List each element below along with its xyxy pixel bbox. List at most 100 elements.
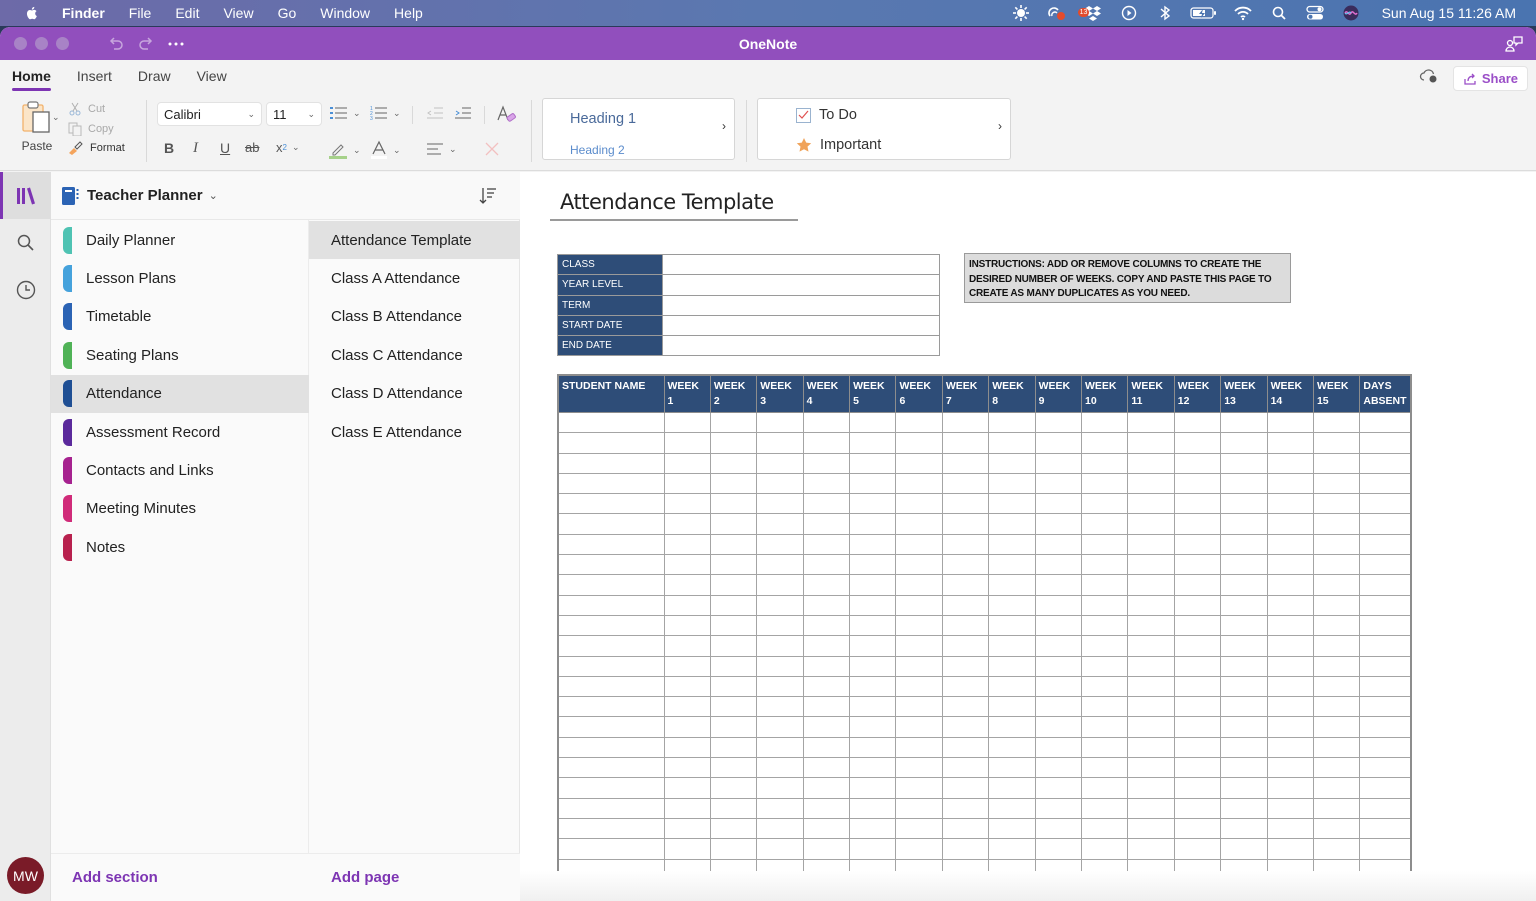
attendance-cell[interactable] <box>849 736 897 759</box>
attendance-cell[interactable] <box>1359 472 1412 495</box>
attendance-cell[interactable] <box>941 757 990 779</box>
attendance-cell[interactable] <box>849 635 897 657</box>
attendance-cell[interactable] <box>988 411 1036 434</box>
attendance-cell[interactable] <box>709 696 758 718</box>
student-name-cell[interactable] <box>557 472 665 495</box>
page-item[interactable]: Class E Attendance <box>309 413 520 451</box>
attendance-cell[interactable] <box>1081 696 1129 718</box>
attendance-cell[interactable] <box>1220 736 1268 759</box>
page-canvas[interactable]: Attendance Template CLASS YEAR LEVEL TERM S… <box>520 172 1536 901</box>
font-name-dropdown[interactable]: Calibri ⌄ <box>157 102 262 126</box>
attendance-cell[interactable] <box>709 493 758 515</box>
attendance-cell[interactable] <box>988 432 1036 454</box>
attendance-cell[interactable] <box>1220 696 1268 718</box>
attendance-cell[interactable] <box>1173 411 1222 434</box>
siri-icon[interactable] <box>1340 4 1362 22</box>
attendance-cell[interactable] <box>756 554 804 576</box>
dropbox-icon[interactable]: 13 <box>1077 4 1104 22</box>
attendance-cell[interactable] <box>1173 594 1222 616</box>
attendance-cell[interactable] <box>895 716 943 738</box>
attendance-cell[interactable] <box>1359 696 1412 718</box>
attendance-cell[interactable] <box>1312 614 1361 637</box>
attendance-cell[interactable] <box>895 817 943 840</box>
attendance-cell[interactable] <box>663 655 711 677</box>
attendance-cell[interactable] <box>1220 817 1268 840</box>
attendance-cell[interactable] <box>802 757 851 779</box>
attendance-cell[interactable] <box>1173 432 1222 454</box>
attendance-cell[interactable] <box>1220 533 1268 556</box>
attendance-cell[interactable] <box>849 513 897 535</box>
attendance-cell[interactable] <box>1173 452 1222 474</box>
attendance-cell[interactable] <box>756 716 804 738</box>
attendance-cell[interactable] <box>988 452 1036 474</box>
attendance-cell[interactable] <box>663 736 711 759</box>
tab-view[interactable]: View <box>197 68 227 92</box>
attendance-cell[interactable] <box>1081 736 1129 759</box>
attendance-cell[interactable] <box>1034 574 1083 596</box>
attendance-cell[interactable] <box>1127 696 1175 718</box>
attendance-cell[interactable] <box>1312 858 1361 880</box>
attendance-cell[interactable] <box>1220 777 1268 799</box>
sort-pages-button[interactable] <box>478 186 498 211</box>
italic-button[interactable]: I <box>193 140 198 157</box>
page-item[interactable]: Class D Attendance <box>309 375 520 413</box>
attendance-cell[interactable] <box>756 472 804 495</box>
attendance-cell[interactable] <box>1266 655 1314 677</box>
attendance-cell[interactable] <box>1127 472 1175 495</box>
attendance-cell[interactable] <box>1173 736 1222 759</box>
attendance-cell[interactable] <box>895 858 943 880</box>
attendance-cell[interactable] <box>941 452 990 474</box>
attendance-cell[interactable] <box>849 472 897 495</box>
page-item[interactable]: Attendance Template <box>309 221 520 260</box>
attendance-cell[interactable] <box>1127 594 1175 616</box>
undo-icon[interactable] <box>107 35 125 53</box>
attendance-cell[interactable] <box>941 736 990 759</box>
attendance-cell[interactable] <box>849 655 897 677</box>
attendance-cell[interactable] <box>1173 757 1222 779</box>
attendance-cell[interactable] <box>663 493 711 515</box>
attendance-cell[interactable] <box>1081 757 1129 779</box>
paste-button[interactable]: Paste <box>16 100 58 153</box>
attendance-cell[interactable] <box>756 736 804 759</box>
user-avatar[interactable]: MW <box>7 857 44 894</box>
notebook-name[interactable]: Teacher Planner <box>87 187 203 204</box>
attendance-cell[interactable] <box>802 838 851 860</box>
attendance-cell[interactable] <box>709 736 758 759</box>
attendance-cell[interactable] <box>1266 452 1314 474</box>
more-options-icon[interactable] <box>167 41 185 47</box>
control-center-icon[interactable] <box>1304 4 1326 22</box>
attendance-cell[interactable] <box>988 797 1036 819</box>
attendance-cell[interactable] <box>663 797 711 819</box>
attendance-cell[interactable] <box>1266 696 1314 718</box>
battery-icon[interactable] <box>1189 4 1218 22</box>
highlight-button[interactable]: ⌄ <box>328 140 361 160</box>
menu-help[interactable]: Help <box>394 5 423 21</box>
attendance-cell[interactable] <box>663 411 711 434</box>
attendance-cell[interactable] <box>895 472 943 495</box>
attendance-cell[interactable] <box>895 432 943 454</box>
student-name-cell[interactable] <box>557 655 665 677</box>
search-button[interactable] <box>0 219 51 266</box>
attendance-cell[interactable] <box>941 513 990 535</box>
attendance-cell[interactable] <box>802 513 851 535</box>
attendance-cell[interactable] <box>895 574 943 596</box>
attendance-cell[interactable] <box>988 574 1036 596</box>
attendance-cell[interactable] <box>1359 655 1412 677</box>
attendance-cell[interactable] <box>756 452 804 474</box>
attendance-cell[interactable] <box>1220 675 1268 698</box>
attendance-cell[interactable] <box>1034 432 1083 454</box>
attendance-cell[interactable] <box>1034 675 1083 698</box>
attendance-cell[interactable] <box>802 533 851 556</box>
attendance-cell[interactable] <box>988 635 1036 657</box>
attendance-cell[interactable] <box>709 655 758 677</box>
attendance-cell[interactable] <box>895 594 943 616</box>
attendance-cell[interactable] <box>1312 594 1361 616</box>
student-name-cell[interactable] <box>557 817 665 840</box>
font-size-dropdown[interactable]: 11 ⌄ <box>266 102 322 126</box>
attendance-cell[interactable] <box>1220 452 1268 474</box>
student-name-cell[interactable] <box>557 533 665 556</box>
attendance-cell[interactable] <box>1173 716 1222 738</box>
attendance-cell[interactable] <box>756 696 804 718</box>
attendance-cell[interactable] <box>663 594 711 616</box>
attendance-cell[interactable] <box>1266 635 1314 657</box>
